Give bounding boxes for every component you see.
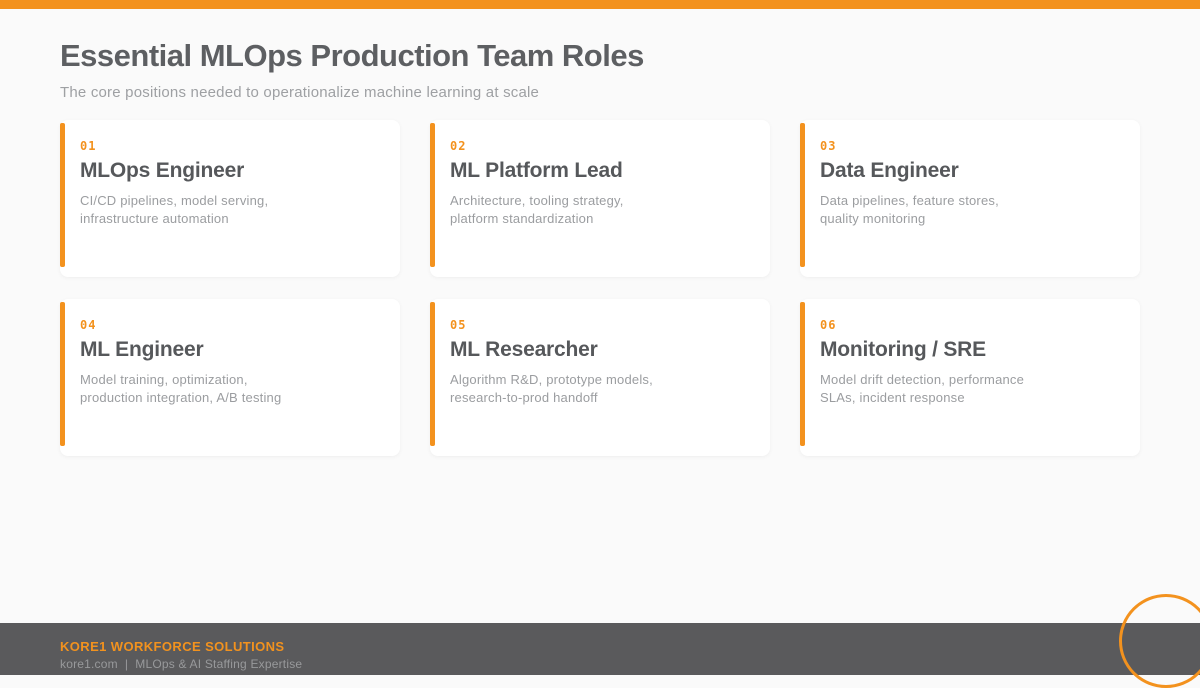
role-card-data-engineer: 03 Data Engineer Data pipelines, feature…	[800, 120, 1140, 277]
page-subtitle: The core positions needed to operational…	[60, 84, 644, 101]
card-accent-bar	[60, 123, 65, 267]
card-number: 01	[80, 139, 380, 153]
slide-header: Essential MLOps Production Team Roles Th…	[60, 38, 644, 101]
card-accent-bar	[800, 123, 805, 267]
role-card-monitoring-sre: 06 Monitoring / SRE Model drift detectio…	[800, 299, 1140, 456]
card-description: Model drift detection, performance SLAs,…	[820, 371, 1038, 407]
card-accent-bar	[430, 123, 435, 267]
card-number: 02	[450, 139, 750, 153]
top-accent-bar	[0, 0, 1200, 9]
role-card-ml-platform-lead: 02 ML Platform Lead Architecture, toolin…	[430, 120, 770, 277]
card-title: Monitoring / SRE	[820, 338, 1120, 362]
footer-brand: KORE1 WORKFORCE SOLUTIONS	[60, 639, 1200, 654]
card-title: MLOps Engineer	[80, 159, 380, 183]
card-description: Architecture, tooling strategy, platform…	[450, 192, 668, 228]
card-number: 05	[450, 318, 750, 332]
card-number: 03	[820, 139, 1120, 153]
role-card-grid: 01 MLOps Engineer CI/CD pipelines, model…	[60, 120, 1140, 456]
footer: KORE1 WORKFORCE SOLUTIONS kore1.com | ML…	[0, 623, 1200, 675]
role-card-mlops-engineer: 01 MLOps Engineer CI/CD pipelines, model…	[60, 120, 400, 277]
card-title: Data Engineer	[820, 159, 1120, 183]
card-title: ML Platform Lead	[450, 159, 750, 183]
role-card-ml-engineer: 04 ML Engineer Model training, optimizat…	[60, 299, 400, 456]
card-title: ML Researcher	[450, 338, 750, 362]
card-description: Data pipelines, feature stores, quality …	[820, 192, 1038, 228]
card-number: 04	[80, 318, 380, 332]
card-description: CI/CD pipelines, model serving, infrastr…	[80, 192, 298, 228]
footer-tagline: kore1.com | MLOps & AI Staffing Expertis…	[60, 657, 1200, 671]
card-accent-bar	[430, 302, 435, 446]
card-description: Algorithm R&D, prototype models, researc…	[450, 371, 668, 407]
role-card-ml-researcher: 05 ML Researcher Algorithm R&D, prototyp…	[430, 299, 770, 456]
card-title: ML Engineer	[80, 338, 380, 362]
card-accent-bar	[60, 302, 65, 446]
card-description: Model training, optimization, production…	[80, 371, 298, 407]
page-title: Essential MLOps Production Team Roles	[60, 38, 644, 74]
card-number: 06	[820, 318, 1120, 332]
card-accent-bar	[800, 302, 805, 446]
